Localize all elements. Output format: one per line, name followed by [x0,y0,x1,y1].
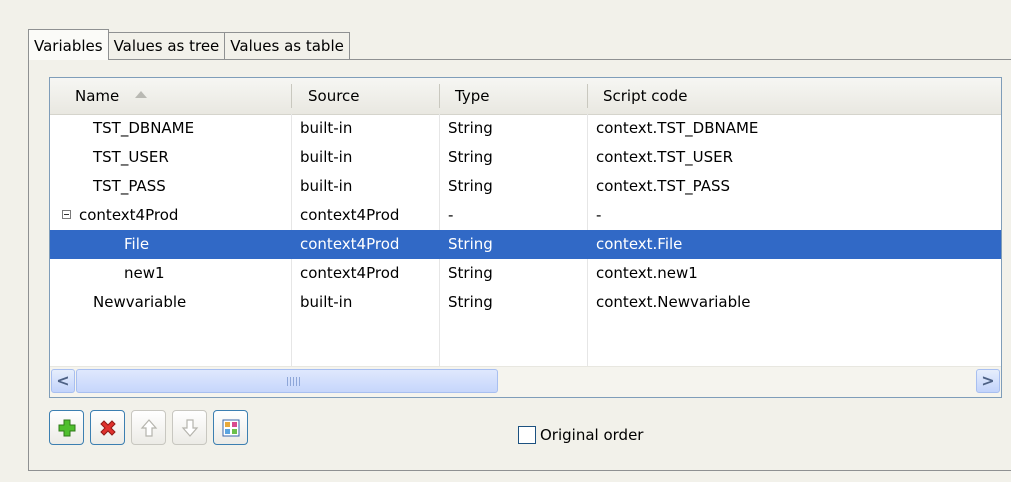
cell-source: context4Prod [300,206,400,224]
column-divider[interactable] [291,84,292,108]
cell-script-code: - [596,206,602,224]
cell-script-code: context.new1 [596,264,698,282]
cell-script-code: context.TST_PASS [596,177,731,195]
cell-type: String [448,148,493,166]
cell-name: Newvariable [93,293,187,311]
variables-table: Name Source Type Script code TST_DBNAME … [49,77,1002,398]
scroll-right-button[interactable]: > [976,369,1000,393]
tab-content: Name Source Type Script code TST_DBNAME … [28,59,1011,471]
cell-script-code: context.TST_USER [596,148,734,166]
table-row[interactable]: TST_DBNAME built-in String context.TST_D… [50,114,1001,143]
cell-source: built-in [300,119,353,137]
cell-name: new1 [124,264,165,282]
original-order-label: Original order [540,426,644,444]
column-header-source[interactable]: Source [308,78,438,114]
cell-name: File [124,235,150,253]
table-row[interactable]: TST_USER built-in String context.TST_USE… [50,143,1001,172]
table-row[interactable]: new1 context4Prod String context.new1 [50,259,1001,288]
cell-type: - [448,206,454,224]
cell-name: TST_PASS [93,177,166,195]
cell-name: context4Prod [79,206,179,224]
delete-button[interactable] [90,410,125,445]
table-row-group[interactable]: context4Prod context4Prod - - [50,201,1001,230]
column-header-type[interactable]: Type [455,78,585,114]
column-header-script-code[interactable]: Script code [603,78,903,114]
table-toolbar [49,410,248,450]
column-divider[interactable] [587,84,588,108]
cell-source: context4Prod [300,235,400,253]
chevron-left-icon: < [56,371,70,390]
cell-source: built-in [300,177,353,195]
column-header-name[interactable]: Name [75,78,290,114]
original-order-option[interactable]: Original order [518,424,643,446]
original-order-checkbox[interactable] [518,426,536,444]
cell-type: String [448,264,493,282]
move-up-icon [140,418,157,437]
cell-script-code: context.File [596,235,683,253]
move-up-button[interactable] [131,410,166,445]
cell-name: TST_DBNAME [93,119,195,137]
delete-icon [99,419,116,436]
table-row-selected[interactable]: File context4Prod String context.File [50,230,1001,259]
chevron-right-icon: > [981,371,995,390]
cell-source: built-in [300,148,353,166]
cell-type: String [448,177,493,195]
cell-source: built-in [300,293,353,311]
column-label: Name [75,87,120,105]
cell-script-code: context.TST_DBNAME [596,119,759,137]
add-button[interactable] [49,410,84,445]
tab-values-as-tree[interactable]: Values as tree [107,32,226,60]
cell-type: String [448,119,493,137]
context-icon [222,419,239,436]
table-header: Name Source Type Script code [50,78,1001,115]
scroll-left-button[interactable]: < [51,369,75,393]
scroll-thumb[interactable] [76,369,498,393]
tab-variables[interactable]: Variables [28,29,109,60]
cell-type: String [448,293,493,311]
cell-name: TST_USER [93,148,169,166]
collapse-icon[interactable] [62,210,71,219]
sort-ascending-icon [135,91,148,98]
column-divider[interactable] [439,84,440,108]
select-context-button[interactable] [213,410,248,445]
add-icon [58,419,75,436]
cell-script-code: context.Newvariable [596,293,751,311]
move-down-button[interactable] [172,410,207,445]
grip-icon [287,377,301,386]
move-down-icon [181,418,198,437]
horizontal-scrollbar[interactable]: < > [50,366,1001,397]
table-row[interactable]: TST_PASS built-in String context.TST_PAS… [50,172,1001,201]
tab-values-as-table[interactable]: Values as table [224,32,350,60]
table-row[interactable]: Newvariable built-in String context.Newv… [50,288,1001,317]
cell-type: String [448,235,493,253]
tab-bar: Variables Values as tree Values as table [28,29,350,60]
context-panel: Variables Values as tree Values as table… [8,8,1011,472]
cell-source: context4Prod [300,264,400,282]
